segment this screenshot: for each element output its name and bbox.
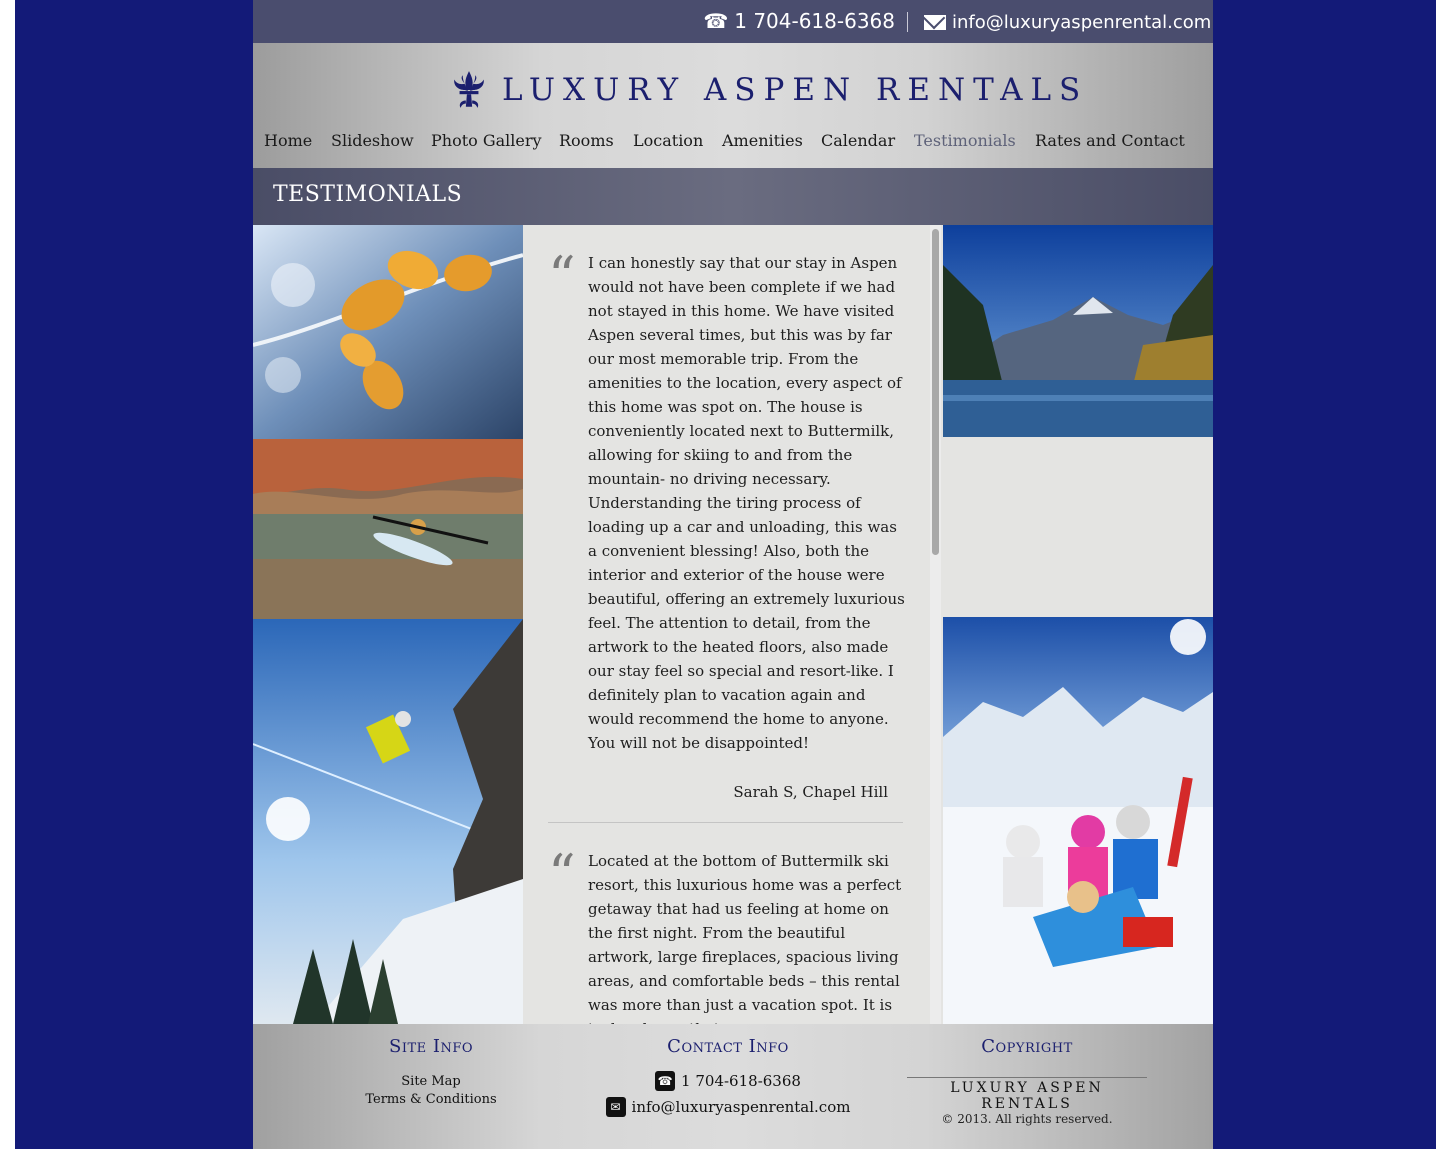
page-title: TESTIMONIALS — [273, 182, 463, 207]
top-email-address: info@luxuryaspenrental.com — [952, 12, 1212, 33]
nav-item-amenities[interactable]: Amenities — [722, 131, 803, 150]
nav-item-home[interactable]: Home — [264, 131, 312, 150]
nav-item-rates-contact[interactable]: Rates and Contact — [1035, 131, 1185, 150]
site-footer: Site Info Site Map Terms & Conditions Co… — [253, 1024, 1213, 1149]
quote-icon: “ — [548, 843, 576, 906]
testimonial-2-text: Located at the bottom of Buttermilk ski … — [588, 852, 902, 1024]
testimonial-2: “ Located at the bottom of Buttermilk sk… — [548, 843, 906, 1025]
footer-site-info-heading: Site Info — [388, 1036, 473, 1057]
brand-name: LUXURY ASPEN RENTALS — [502, 72, 1089, 108]
footer-email[interactable]: ✉ info@luxuryaspenrental.com — [598, 1097, 858, 1117]
top-contact-bar: ☎ 1 704-618-6368 info@luxuryaspenrental.… — [253, 0, 1213, 43]
footer-link-site-map[interactable]: Site Map — [331, 1073, 531, 1091]
site-logo[interactable]: LUXURY ASPEN RENTALS — [448, 69, 1088, 111]
footer-email-address: info@luxuryaspenrental.com — [631, 1098, 851, 1116]
photo-skier-jump — [253, 619, 523, 1024]
nav-item-rooms[interactable]: Rooms — [559, 131, 614, 150]
top-phone-number: 1 704-618-6368 — [734, 9, 895, 33]
footer-link-terms[interactable]: Terms & Conditions — [331, 1091, 531, 1109]
testimonial-1-text: I can honestly say that our stay in Aspe… — [588, 254, 905, 752]
photo-kayaker-canyon — [253, 439, 523, 619]
footer-site-info: Site Info Site Map Terms & Conditions — [331, 1036, 531, 1109]
footer-copyright-text: © 2013. All rights reserved. — [941, 1112, 1113, 1126]
testimonials-scrollbar[interactable] — [930, 225, 941, 1024]
photo-frosted-leaves — [253, 225, 523, 439]
top-email[interactable]: info@luxuryaspenrental.com — [924, 12, 1211, 33]
envelope-icon: ✉ — [605, 1097, 626, 1117]
quote-icon: “ — [548, 245, 576, 308]
main-content: “ I can honestly say that our stay in As… — [253, 225, 1213, 1024]
phone-icon: ☎ — [703, 9, 729, 33]
testimonial-divider — [548, 822, 903, 823]
photo-family-snow — [943, 617, 1213, 1024]
nav-item-photo-gallery[interactable]: Photo Gallery — [431, 131, 542, 150]
footer-contact-heading: Contact Info — [667, 1036, 789, 1057]
photo-maroon-bells — [943, 225, 1213, 437]
footer-brand-name: LUXURY ASPEN RENTALS — [907, 1077, 1147, 1112]
footer-contact-info: Contact Info ☎ 1 704-618-6368 ✉ info@lux… — [598, 1036, 858, 1117]
site-container: ☎ 1 704-618-6368 info@luxuryaspenrental.… — [253, 0, 1213, 1149]
site-header: LUXURY ASPEN RENTALS Home Slideshow Phot… — [253, 43, 1213, 168]
nav-item-testimonials[interactable]: Testimonials — [914, 131, 1016, 150]
page-title-band: TESTIMONIALS — [253, 168, 1213, 225]
footer-copyright-heading: Copyright — [981, 1036, 1073, 1057]
nav-item-slideshow[interactable]: Slideshow — [331, 131, 414, 150]
testimonials-scroll-area[interactable]: “ I can honestly say that our stay in As… — [523, 225, 943, 1024]
testimonial-1: “ I can honestly say that our stay in As… — [548, 245, 906, 811]
top-separator — [907, 12, 908, 32]
phone-icon: ☎ — [655, 1071, 676, 1091]
scrollbar-thumb[interactable] — [932, 229, 939, 555]
footer-phone[interactable]: ☎ 1 704-618-6368 — [598, 1071, 858, 1091]
envelope-icon — [924, 15, 946, 30]
main-nav: Home Slideshow Photo Gallery Rooms Locat… — [253, 131, 1213, 159]
footer-phone-number: 1 704-618-6368 — [681, 1072, 801, 1090]
nav-item-location[interactable]: Location — [633, 131, 703, 150]
nav-item-calendar[interactable]: Calendar — [821, 131, 895, 150]
footer-copyright: Copyright LUXURY ASPEN RENTALS © 2013. A… — [907, 1036, 1147, 1126]
fleur-de-lis-icon — [454, 71, 484, 108]
testimonial-1-author: Sarah S, Chapel Hill — [733, 783, 888, 801]
top-phone[interactable]: ☎ 1 704-618-6368 — [703, 9, 895, 33]
